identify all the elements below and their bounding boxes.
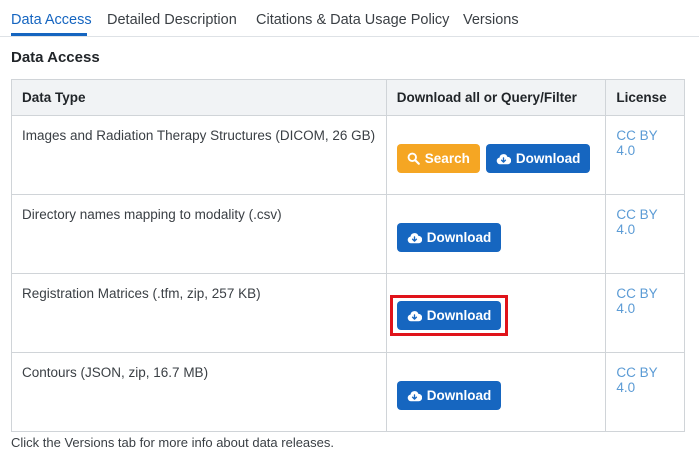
license-link[interactable]: CC BY 4.0 (616, 365, 674, 395)
data-type-label: Contours (JSON, zip, 16.7 MB) (22, 365, 209, 380)
download-button[interactable]: Download (485, 144, 591, 173)
table-row: Registration Matrices (.tfm, zip, 257 KB… (11, 273, 685, 353)
table-header-row: Data Type Download all or Query/Filter L… (11, 79, 685, 116)
cloud-download-icon (496, 153, 511, 165)
data-type-label: Directory names mapping to modality (.cs… (22, 207, 282, 222)
download-button[interactable]: Download (396, 223, 502, 252)
license-cell: CC BY 4.0 (605, 194, 685, 274)
download-button-label: Download (426, 388, 492, 403)
table-row: Images and Radiation Therapy Structures … (11, 115, 685, 195)
highlight-box: Download (389, 295, 509, 336)
download-cell: Download (385, 352, 607, 432)
table-row: Contours (JSON, zip, 16.7 MB) Download C… (11, 352, 685, 432)
download-button-label: Download (426, 308, 492, 323)
cloud-download-icon (407, 390, 422, 402)
download-button[interactable]: Download (396, 381, 502, 410)
license-link[interactable]: CC BY 4.0 (616, 128, 674, 158)
section-title: Data Access (11, 49, 100, 66)
data-access-table: Data Type Download all or Query/Filter L… (11, 79, 685, 432)
data-type-cell: Directory names mapping to modality (.cs… (11, 194, 387, 274)
download-cell: Search Download (385, 115, 607, 195)
tab-data-access[interactable]: Data Access (11, 12, 92, 28)
license-link[interactable]: CC BY 4.0 (616, 286, 674, 316)
cloud-download-icon (407, 310, 422, 322)
search-icon (407, 152, 420, 165)
tab-versions[interactable]: Versions (463, 12, 519, 28)
data-type-label: Images and Radiation Therapy Structures … (22, 128, 376, 143)
footnote: Click the Versions tab for more info abo… (11, 435, 335, 450)
column-header-data-type: Data Type (11, 79, 387, 116)
data-type-cell: Contours (JSON, zip, 16.7 MB) (11, 352, 387, 432)
cloud-download-icon (407, 232, 422, 244)
column-header-download: Download all or Query/Filter (385, 79, 607, 116)
data-type-cell: Images and Radiation Therapy Structures … (11, 115, 387, 195)
data-type-cell: Registration Matrices (.tfm, zip, 257 KB… (11, 273, 387, 353)
table-row: Directory names mapping to modality (.cs… (11, 194, 685, 274)
license-cell: CC BY 4.0 (605, 115, 685, 195)
search-button-label: Search (424, 151, 470, 166)
tab-detailed-description[interactable]: Detailed Description (107, 12, 237, 28)
active-tab-indicator (11, 33, 87, 36)
download-button[interactable]: Download (396, 301, 502, 330)
download-cell: Download (385, 273, 607, 353)
search-button[interactable]: Search (396, 144, 480, 173)
tab-citations-data-usage-policy[interactable]: Citations & Data Usage Policy (256, 12, 449, 28)
data-type-label: Registration Matrices (.tfm, zip, 257 KB… (22, 286, 261, 301)
license-cell: CC BY 4.0 (605, 352, 685, 432)
download-button-label: Download (426, 230, 492, 245)
download-cell: Download (385, 194, 607, 274)
license-link[interactable]: CC BY 4.0 (616, 207, 674, 237)
tab-bar: Data Access Detailed Description Citatio… (0, 0, 699, 37)
license-cell: CC BY 4.0 (605, 273, 685, 353)
column-header-license: License (605, 79, 685, 116)
download-button-label: Download (515, 151, 581, 166)
